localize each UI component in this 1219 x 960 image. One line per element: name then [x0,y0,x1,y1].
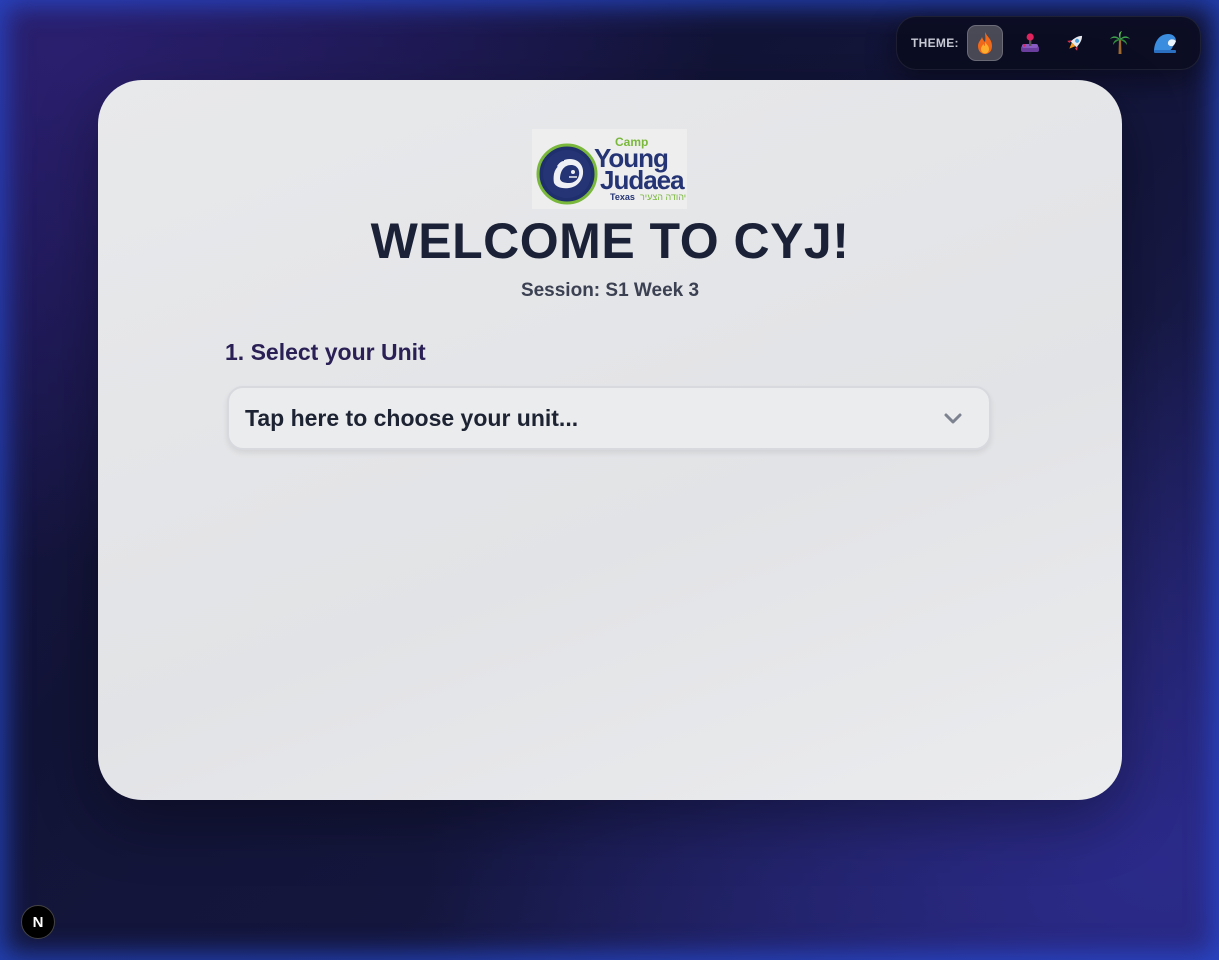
session-label: Session: S1 Week 3 [520,280,700,301]
rocket-icon [1067,35,1082,51]
lion-emblem-icon [536,143,598,205]
welcome-card: Camp Young Judaea Texas יהודה הצעיר WELC… [98,80,1122,800]
theme-label: THEME: [911,36,959,50]
logo-hebrew-text: יהודה הצעיר [640,192,687,202]
theme-fire-button[interactable] [966,25,1003,61]
wave-icon [1153,34,1176,53]
unit-select[interactable]: Tap here to choose your unit... [227,386,991,450]
palm-tree-icon [1109,31,1130,54]
theme-joystick-button[interactable] [1012,25,1048,61]
chevron-down-icon [944,413,962,424]
page-title: WELCOME TO CYJ! [370,213,850,269]
unit-select-placeholder: Tap here to choose your unit... [245,404,579,431]
nextjs-badge-letter: N [32,913,44,931]
theme-switcher: THEME: [896,16,1201,70]
fire-icon [977,32,992,54]
select-unit-heading: 1. Select your Unit [225,339,426,365]
camp-young-judaea-logo: Camp Young Judaea Texas יהודה הצעיר [532,129,687,209]
logo-texas-text: Texas [610,192,635,202]
theme-wave-button[interactable] [1147,25,1183,61]
theme-rocket-button[interactable] [1057,25,1093,61]
theme-palm-button[interactable] [1102,25,1138,61]
joystick-icon [1020,33,1039,52]
nextjs-dev-badge[interactable]: N [21,905,55,939]
